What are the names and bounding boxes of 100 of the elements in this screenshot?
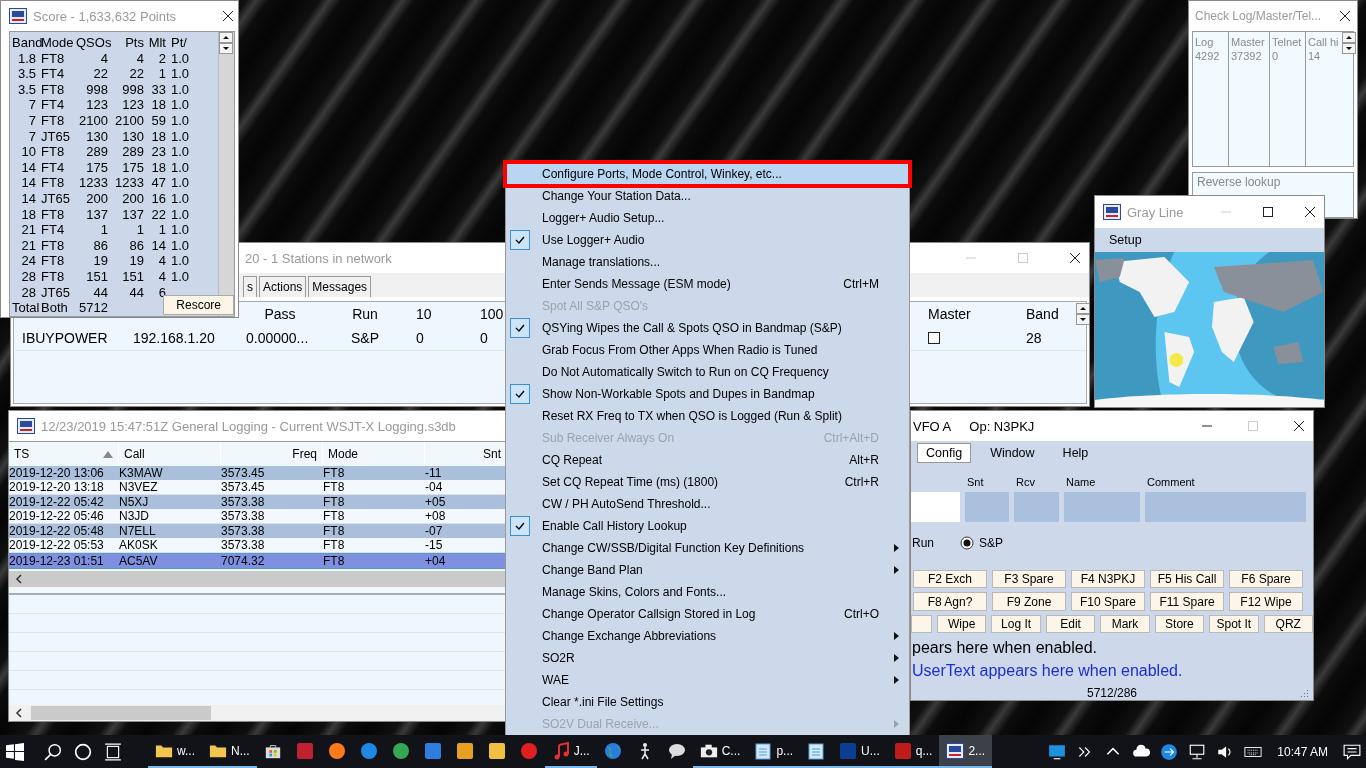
table-cell[interactable]: FT8: [323, 480, 425, 495]
menu-item[interactable]: Change Exchange Abbreviations: [506, 625, 909, 647]
table-cell: 0: [416, 330, 424, 346]
taskbar-button[interactable]: C...: [692, 735, 748, 768]
function-key-button[interactable]: F10 Spare: [1071, 592, 1145, 611]
table-cell[interactable]: -11: [425, 466, 507, 480]
table-cell[interactable]: +04: [425, 553, 507, 569]
menu-item[interactable]: Use Logger+ Audio: [506, 229, 909, 251]
function-key-button[interactable]: F6 Spare: [1229, 570, 1303, 589]
tab[interactable]: Messages: [308, 276, 372, 297]
table-cell[interactable]: +05: [425, 495, 507, 509]
menu-item[interactable]: SO2R: [506, 647, 909, 669]
taskbar-button[interactable]: N...: [202, 735, 257, 768]
menu-item[interactable]: Help: [1053, 442, 1098, 463]
table-cell[interactable]: AC5AV: [119, 553, 221, 569]
score-row-text: 14 JT65 200 200 16 1.0: [20, 190, 191, 207]
taskbar-button[interactable]: 2...: [939, 735, 993, 768]
table-cell[interactable]: -07: [425, 524, 507, 538]
menu-item[interactable]: Config: [917, 442, 972, 463]
function-key-button[interactable]: F9 Zone: [992, 592, 1066, 611]
table-cell[interactable]: 3573.38: [221, 509, 323, 524]
column-header[interactable]: TS: [14, 447, 30, 461]
table-cell[interactable]: FT8: [323, 538, 425, 553]
column-header[interactable]: Snt: [483, 447, 501, 461]
menu-item[interactable]: Manage translations...: [506, 251, 909, 273]
table-cell[interactable]: AK0SK: [119, 538, 221, 553]
taskbar-button[interactable]: w...: [148, 735, 202, 768]
function-key-button[interactable]: Edit: [1045, 614, 1096, 633]
column-header[interactable]: Mode: [328, 447, 359, 461]
function-key-button[interactable]: F11 Spare: [1150, 592, 1224, 611]
table-cell[interactable]: FT8: [323, 509, 425, 524]
function-key-button[interactable]: Spot It: [1209, 614, 1259, 633]
menu-item[interactable]: Grab Focus From Other Apps When Radio is Tuned: [506, 339, 909, 361]
tab[interactable]: Actions: [259, 276, 307, 297]
menu-item[interactable]: Configure Ports, Mode Control, Winkey, etc...: [506, 163, 909, 185]
menu-item[interactable]: Set CQ Repeat Time (ms) (1800) Ctrl+R: [506, 471, 909, 493]
table-cell[interactable]: 2019-12-23 01:51: [9, 553, 119, 569]
table-cell[interactable]: 7074.32: [221, 553, 323, 569]
function-key-button[interactable]: F4 N3PKJ: [1071, 570, 1145, 589]
function-key-button[interactable]: Wipe: [937, 614, 987, 633]
menu-item[interactable]: Change CW/SSB/Digital Function Key Definitions: [506, 537, 909, 559]
table-cell[interactable]: 2019-12-20 13:06: [9, 466, 119, 480]
table-cell[interactable]: 3573.38: [221, 495, 323, 509]
table-cell[interactable]: 3573.45: [221, 466, 323, 480]
score-row-text: 18 FT8 137 137 22 1.0: [20, 206, 191, 223]
menu-item[interactable]: CW / PH AutoSend Threshold...: [506, 493, 909, 515]
menu-item[interactable]: Enable Call History Lookup: [506, 515, 909, 537]
table-cell[interactable]: 3573.45: [221, 480, 323, 495]
table-cell[interactable]: 2019-12-20 13:18: [9, 480, 119, 495]
column-header[interactable]: Freq: [292, 447, 317, 461]
menu-item[interactable]: Change Your Station Data...: [506, 185, 909, 207]
table-cell[interactable]: 2019-12-22 05:42: [9, 495, 119, 509]
table-cell[interactable]: -15: [425, 538, 507, 553]
menu-item[interactable]: Manage Skins, Colors and Fonts...: [506, 581, 909, 603]
taskbar-button[interactable]: p...: [747, 735, 801, 768]
menu-item[interactable]: Logger+ Audio Setup...: [506, 207, 909, 229]
function-key-button[interactable]: F2 Exch: [913, 570, 987, 589]
function-key-button[interactable]: Mark: [1100, 614, 1150, 633]
function-key-button[interactable]: Store: [1154, 614, 1205, 633]
table-cell[interactable]: FT8: [323, 495, 425, 509]
count-value: 37392: [1231, 49, 1263, 63]
menu-item[interactable]: Clear *.ini File Settings: [506, 691, 909, 713]
menu-item[interactable]: Window: [981, 442, 1044, 463]
function-key-button[interactable]: QRZ: [1263, 614, 1313, 633]
menu-item[interactable]: QSYing Wipes the Call & Spots QSO in Bandmap (S&P): [506, 317, 909, 339]
table-cell[interactable]: N3JD: [119, 509, 221, 524]
table-cell[interactable]: 2019-12-22 05:46: [9, 509, 119, 524]
taskbar-button[interactable]: U...: [832, 735, 887, 768]
taskbar-button[interactable]: J...: [544, 735, 597, 768]
menu-item[interactable]: Show Non-Workable Spots and Dupes in Bandmap: [506, 383, 909, 405]
function-key-button[interactable]: F8 Agn?: [913, 592, 987, 611]
menu-item[interactable]: Do Not Automatically Switch to Run on CQ Frequency: [506, 361, 909, 383]
function-key-button[interactable]: F5 His Call: [1150, 570, 1224, 589]
table-cell[interactable]: 2019-12-22 05:48: [9, 524, 119, 538]
menu-item[interactable]: Change Band Plan: [506, 559, 909, 581]
table-cell[interactable]: N7ELL: [119, 524, 221, 538]
table-cell[interactable]: 3573.38: [221, 538, 323, 553]
function-key-button[interactable]: F12 Wipe: [1229, 592, 1303, 611]
function-key-button[interactable]: Log It: [991, 614, 1041, 633]
clock-text[interactable]: 10:47 AM: [1277, 744, 1328, 759]
menu-item[interactable]: Change Operator Callsign Stored in Log Ctrl+O: [506, 603, 909, 625]
table-cell[interactable]: FT8: [323, 553, 425, 569]
table-cell[interactable]: N5XJ: [119, 495, 221, 509]
menu-item[interactable]: Enter Sends Message (ESM mode) Ctrl+M: [506, 273, 909, 295]
table-cell[interactable]: +08: [425, 509, 507, 524]
table-cell[interactable]: N3VEZ: [119, 480, 221, 495]
column-header[interactable]: Call: [124, 447, 145, 461]
menu-item[interactable]: Setup: [1109, 233, 1142, 247]
table-cell[interactable]: FT8: [323, 466, 425, 480]
table-cell[interactable]: K3MAW: [119, 466, 221, 480]
menu-item[interactable]: Reset RX Freq to TX when QSO is Logged (Run & Split): [506, 405, 909, 427]
table-cell[interactable]: FT8: [323, 524, 425, 538]
table-cell[interactable]: 3573.38: [221, 524, 323, 538]
function-key-button[interactable]: F3 Spare: [992, 570, 1066, 589]
menu-item[interactable]: CQ Repeat Alt+R: [506, 449, 909, 471]
table-cell[interactable]: -04: [425, 480, 507, 495]
menu-item[interactable]: WAE: [506, 669, 909, 691]
table-cell[interactable]: 2019-12-22 05:53: [9, 538, 119, 553]
rescore-button[interactable]: Rescore: [163, 294, 234, 315]
tab[interactable]: s: [243, 276, 257, 297]
